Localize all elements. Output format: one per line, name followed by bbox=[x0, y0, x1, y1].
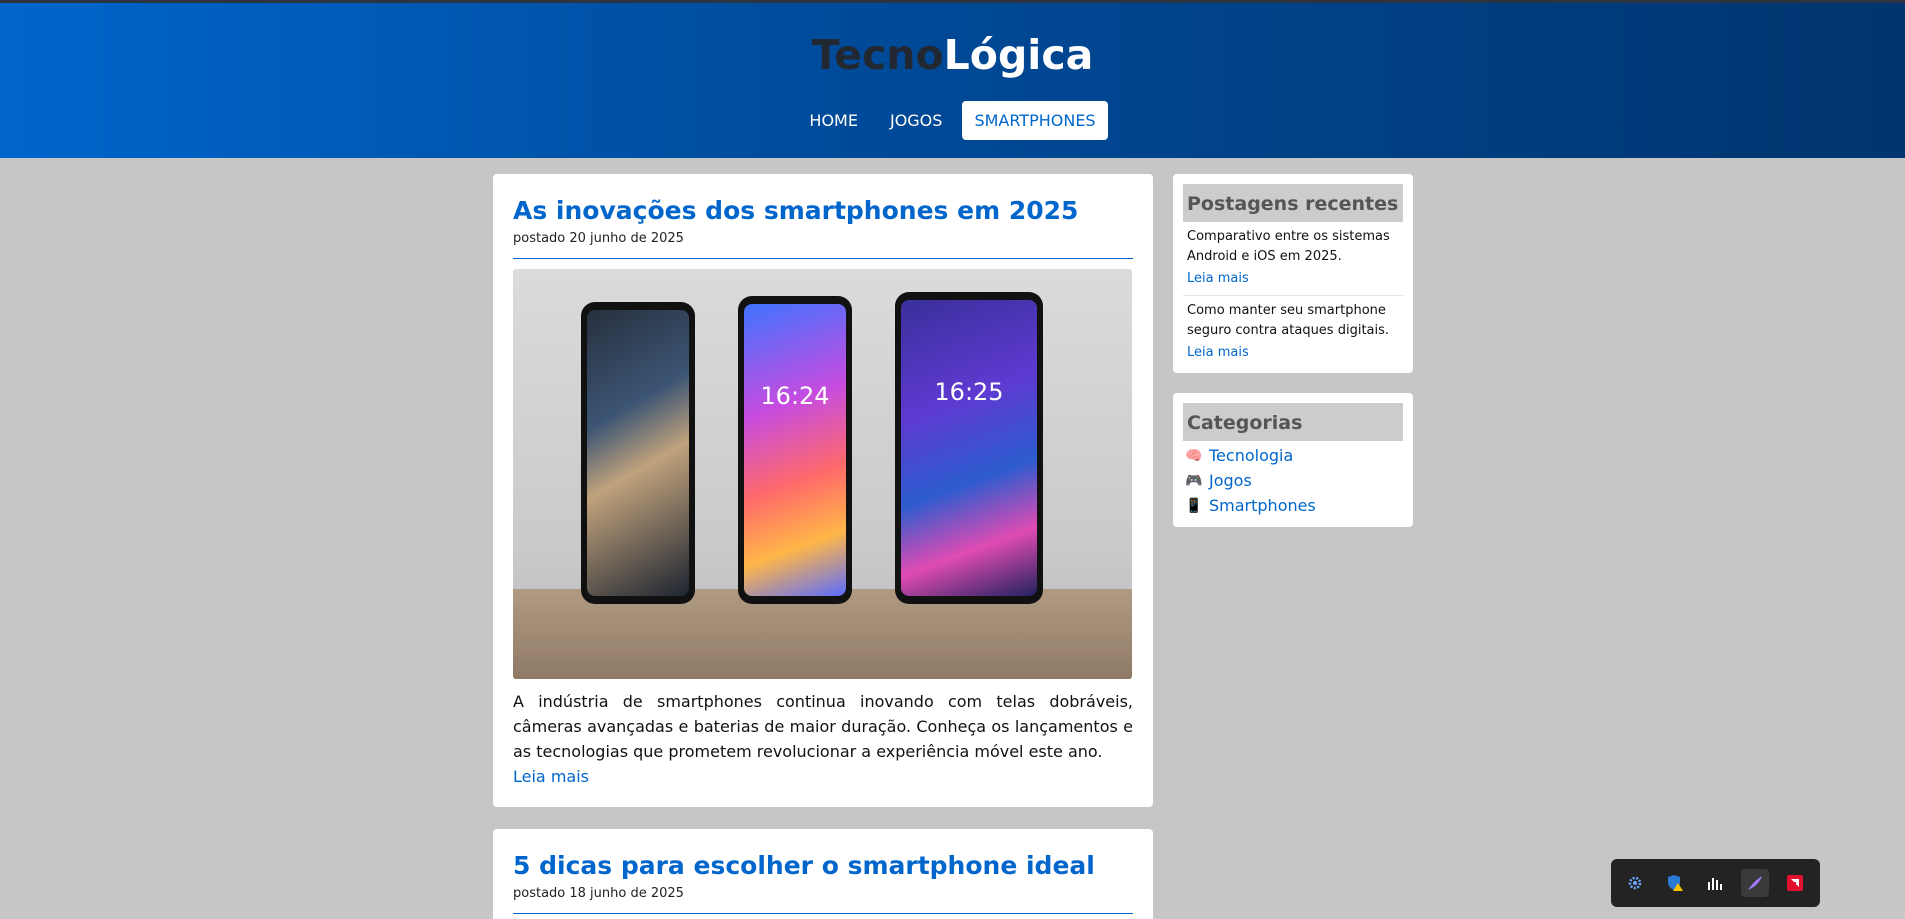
nav-jogos[interactable]: JOGOS bbox=[878, 101, 954, 140]
post-card: As inovações dos smartphones em 2025 pos… bbox=[493, 174, 1153, 807]
read-more-link[interactable]: Leia mais bbox=[1187, 345, 1249, 360]
post-excerpt: A indústria de smartphones continua inov… bbox=[513, 692, 1133, 761]
site-header: TecnoLógica HOME JOGOS SMARTPHONES bbox=[0, 3, 1905, 158]
category-link[interactable]: Smartphones bbox=[1209, 496, 1316, 515]
read-more-link[interactable]: Leia mais bbox=[1187, 271, 1249, 286]
audio-meter-icon[interactable] bbox=[1701, 869, 1729, 897]
category-link[interactable]: Jogos bbox=[1209, 471, 1252, 490]
category-item[interactable]: 📱 Smartphones bbox=[1183, 493, 1403, 518]
post-card: 5 dicas para escolher o smartphone ideal… bbox=[493, 829, 1153, 919]
feather-pen-icon[interactable] bbox=[1741, 869, 1769, 897]
post-image: 16:24 16:25 bbox=[513, 269, 1132, 679]
recent-post-text: Comparativo entre os sistemas Android e … bbox=[1187, 229, 1390, 264]
recent-post-text: Como manter seu smartphone seguro contra… bbox=[1187, 303, 1390, 338]
category-item[interactable]: 🎮 Jogos bbox=[1183, 468, 1403, 493]
gamepad-icon: 🎮 bbox=[1185, 472, 1203, 489]
read-more-link[interactable]: Leia mais bbox=[513, 764, 589, 789]
nav-smartphones[interactable]: SMARTPHONES bbox=[962, 101, 1108, 140]
post-divider bbox=[513, 913, 1133, 914]
logo-part-2: Lógica bbox=[943, 31, 1094, 79]
phone-clock: 16:25 bbox=[934, 378, 1004, 406]
amd-icon[interactable] bbox=[1781, 869, 1809, 897]
post-date: postado 20 junho de 2025 bbox=[513, 231, 684, 246]
category-item[interactable]: 🧠 Tecnologia bbox=[1183, 443, 1403, 468]
site-logo[interactable]: TecnoLógica bbox=[0, 31, 1905, 79]
main-nav: HOME JOGOS SMARTPHONES bbox=[0, 101, 1905, 140]
widget-title: Postagens recentes bbox=[1183, 184, 1403, 222]
phone-clock: 16:24 bbox=[760, 382, 830, 410]
post-date: postado 18 junho de 2025 bbox=[513, 886, 684, 901]
widget-title: Categorias bbox=[1183, 403, 1403, 441]
nav-home[interactable]: HOME bbox=[797, 101, 870, 140]
phone-icon: 📱 bbox=[1185, 497, 1203, 514]
post-divider bbox=[513, 258, 1133, 259]
system-tray-overflow bbox=[1611, 859, 1820, 907]
recent-post-item: Como manter seu smartphone seguro contra… bbox=[1183, 296, 1403, 369]
recent-posts-widget: Postagens recentes Comparativo entre os … bbox=[1173, 174, 1413, 373]
categories-widget: Categorias 🧠 Tecnologia 🎮 Jogos 📱 Smartp… bbox=[1173, 393, 1413, 527]
brain-icon: 🧠 bbox=[1185, 447, 1203, 464]
phone-right: 16:25 bbox=[895, 292, 1043, 604]
phone-left bbox=[581, 302, 695, 604]
phone-middle: 16:24 bbox=[738, 296, 852, 604]
post-title[interactable]: As inovações dos smartphones em 2025 bbox=[513, 194, 1133, 228]
recent-post-item: Comparativo entre os sistemas Android e … bbox=[1183, 222, 1403, 296]
category-link[interactable]: Tecnologia bbox=[1209, 446, 1293, 465]
logo-part-1: Tecno bbox=[811, 31, 944, 79]
settings-gear-icon[interactable] bbox=[1621, 869, 1649, 897]
post-title[interactable]: 5 dicas para escolher o smartphone ideal bbox=[513, 849, 1133, 883]
defender-warning-icon[interactable] bbox=[1661, 869, 1689, 897]
